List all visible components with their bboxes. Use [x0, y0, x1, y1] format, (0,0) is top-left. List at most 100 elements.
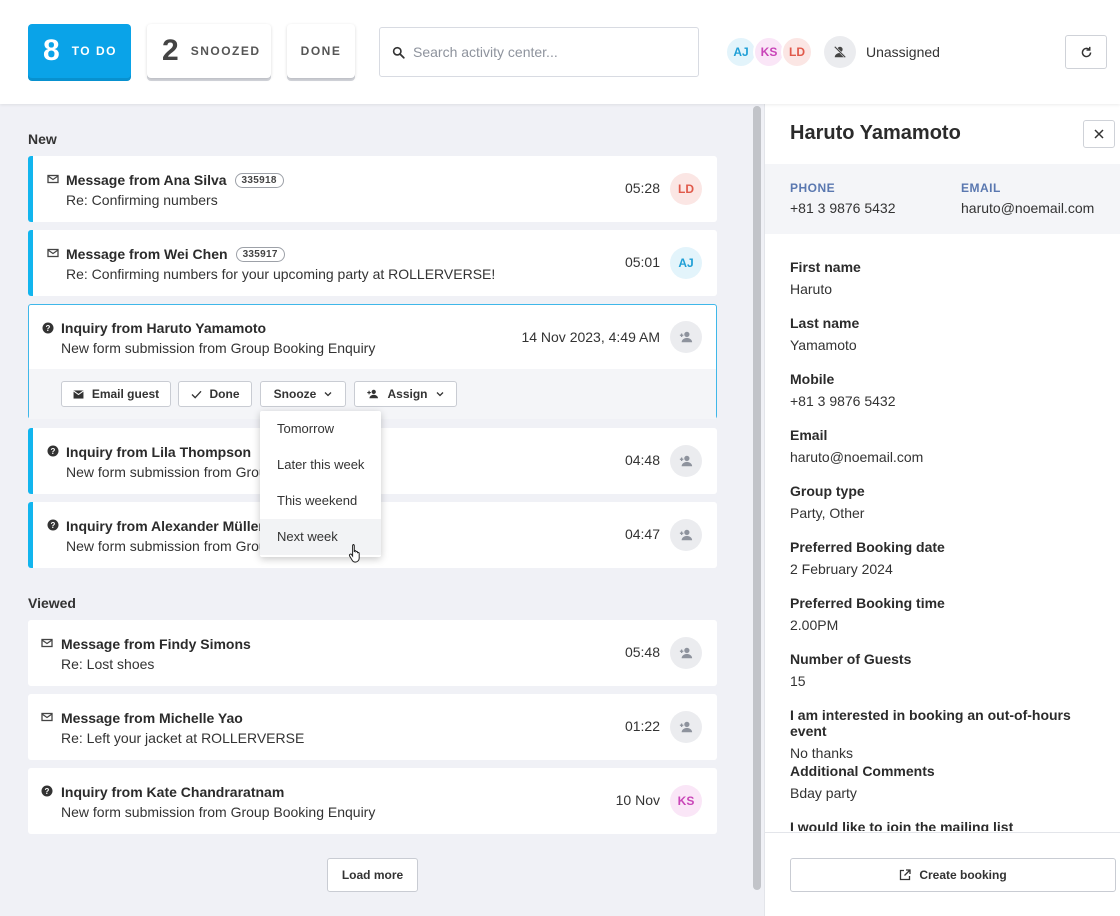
field-out-of-hours: I am interested in booking an out-of-hou…	[790, 707, 1071, 761]
field-last-name: Last name Yamamoto	[790, 315, 860, 353]
create-booking-button[interactable]: Create booking	[790, 858, 1116, 892]
list-item[interactable]: Message from Findy Simons Re: Lost shoes…	[28, 620, 717, 686]
snooze-option-this-weekend[interactable]: This weekend	[260, 483, 381, 519]
field-booking-time: Preferred Booking time 2.00PM	[790, 595, 945, 633]
email-label: EMAIL	[961, 181, 1001, 195]
done-button[interactable]: Done	[178, 381, 252, 407]
chevron-down-icon	[324, 392, 332, 397]
field-mailing-list: I would like to join the mailing list	[790, 819, 1014, 831]
done-tab[interactable]: DONE	[287, 24, 355, 78]
snoozed-label: SNOOZED	[190, 44, 261, 58]
list-item-expanded[interactable]: ? Inquiry from Haruto Yamamoto New form …	[28, 304, 717, 419]
list-item[interactable]: Message from Ana Silva 335918 Re: Confirm…	[28, 156, 717, 222]
item-title: Inquiry from Lila Thompson	[66, 444, 252, 460]
svg-text:?: ?	[46, 324, 51, 333]
question-circle-icon: ?	[47, 445, 59, 457]
item-subtitle: Re: Left your jacket at ROLLERVERSE	[61, 730, 305, 746]
item-subtitle: New form submission from Group Booking E…	[61, 340, 376, 356]
field-group-type: Group type Party, Other	[790, 483, 865, 521]
item-time: 04:47	[624, 526, 660, 542]
assign-person-icon[interactable]	[670, 321, 702, 353]
assign-person-icon[interactable]	[670, 519, 702, 551]
field-comments: Additional Comments Bday party	[790, 763, 935, 801]
contact-name: Haruto Yamamoto	[790, 122, 961, 144]
close-icon	[1094, 129, 1104, 139]
search-input[interactable]	[413, 44, 683, 60]
assign-person-icon[interactable]	[670, 637, 702, 669]
list-item[interactable]: ? Inquiry from Kate Chandraratnam New fo…	[28, 768, 717, 834]
field-guests: Number of Guests 15	[790, 651, 912, 689]
ref-badge: 335918	[234, 172, 284, 188]
item-subtitle: Re: Confirming numbers	[66, 192, 218, 208]
hand-cursor-icon	[348, 544, 360, 563]
field-email: Email haruto@noemail.com	[790, 427, 924, 465]
person-off-icon	[824, 36, 856, 68]
todo-tab[interactable]: 8 TO DO	[28, 24, 131, 78]
avatar[interactable]: AJ	[670, 247, 702, 279]
snooze-option-later-this-week[interactable]: Later this week	[260, 447, 381, 483]
envelope-icon	[41, 638, 53, 648]
detail-panel: Haruto Yamamoto PHONE +81 3 9876 5432 EM…	[764, 104, 1120, 916]
section-new-heading: New	[28, 131, 57, 147]
snoozed-tab[interactable]: 2 SNOOZED	[147, 24, 271, 78]
form-fields: First name Haruto Last name Yamamoto Mobil…	[790, 259, 1110, 831]
check-icon	[191, 390, 201, 399]
question-circle-icon: ?	[42, 322, 54, 334]
load-more-button[interactable]: Load more	[327, 858, 418, 892]
svg-text:?: ?	[51, 447, 56, 456]
section-viewed-heading: Viewed	[28, 595, 76, 611]
item-time: 01:22	[624, 718, 660, 734]
item-time: 05:01	[624, 254, 660, 270]
avatar[interactable]: LD	[670, 173, 702, 205]
item-time: 10 Nov	[615, 792, 660, 808]
item-title: Inquiry from Haruto Yamamoto	[61, 320, 267, 336]
list-item[interactable]: Message from Wei Chen 335917 Re: Confirmi…	[28, 230, 717, 296]
scrollbar-thumb[interactable]	[753, 106, 761, 890]
contact-summary: PHONE +81 3 9876 5432 EMAIL haruto@noema…	[765, 164, 1120, 234]
assign-person-icon[interactable]	[670, 445, 702, 477]
refresh-icon	[1081, 46, 1091, 57]
chevron-down-icon	[436, 392, 443, 397]
todo-label: TO DO	[71, 44, 117, 58]
snooze-button[interactable]: Snooze	[260, 381, 346, 407]
list-item[interactable]: Message from Michelle Yao Re: Left your …	[28, 694, 717, 760]
phone-label: PHONE	[790, 181, 836, 195]
field-first-name: First name Haruto	[790, 259, 861, 297]
assign-button[interactable]: Assign	[354, 381, 457, 407]
item-title: Message from Findy Simons	[61, 636, 251, 652]
email-guest-button[interactable]: Email guest	[61, 381, 171, 407]
done-label: DONE	[300, 44, 342, 58]
item-title: Message from Ana Silva 335918	[66, 172, 284, 188]
envelope-icon	[47, 174, 59, 184]
email-value: haruto@noemail.com	[961, 200, 1095, 216]
item-time: 05:48	[624, 644, 660, 660]
item-title: Message from Michelle Yao	[61, 710, 243, 726]
assign-person-icon[interactable]	[670, 711, 702, 743]
question-circle-icon: ?	[47, 519, 59, 531]
search-box	[379, 27, 699, 77]
snooze-option-tomorrow[interactable]: Tomorrow	[260, 411, 381, 447]
avatar[interactable]: KS	[670, 785, 702, 817]
snoozed-count: 2	[162, 34, 179, 67]
question-circle-icon: ?	[41, 785, 53, 797]
refresh-button[interactable]	[1065, 35, 1107, 69]
field-booking-date: Preferred Booking date 2 February 2024	[790, 539, 945, 577]
ref-badge: 335917	[235, 246, 285, 262]
close-button[interactable]	[1083, 120, 1115, 148]
item-subtitle: Re: Confirming numbers for your upcoming…	[66, 266, 496, 282]
assignee-filter: AJ KS LD	[725, 36, 813, 68]
svg-text:?: ?	[45, 787, 50, 796]
top-bar: 8 TO DO 2 SNOOZED DONE AJ KS LD Unassign…	[0, 0, 1120, 104]
item-time: 04:48	[624, 452, 660, 468]
todo-count: 8	[43, 34, 60, 67]
item-title: Inquiry from Kate Chandraratnam	[61, 784, 285, 800]
envelope-icon	[73, 389, 84, 399]
item-title: Inquiry from Alexander Müller	[66, 518, 264, 534]
avatar-ld[interactable]: LD	[781, 36, 813, 68]
item-subtitle: Re: Lost shoes	[61, 656, 155, 672]
external-link-icon	[900, 869, 911, 881]
unassigned-filter[interactable]: Unassigned	[824, 36, 940, 68]
search-icon	[392, 46, 405, 59]
unassigned-label: Unassigned	[866, 44, 940, 60]
snooze-menu: Tomorrow Later this week This weekend Ne…	[260, 411, 381, 557]
